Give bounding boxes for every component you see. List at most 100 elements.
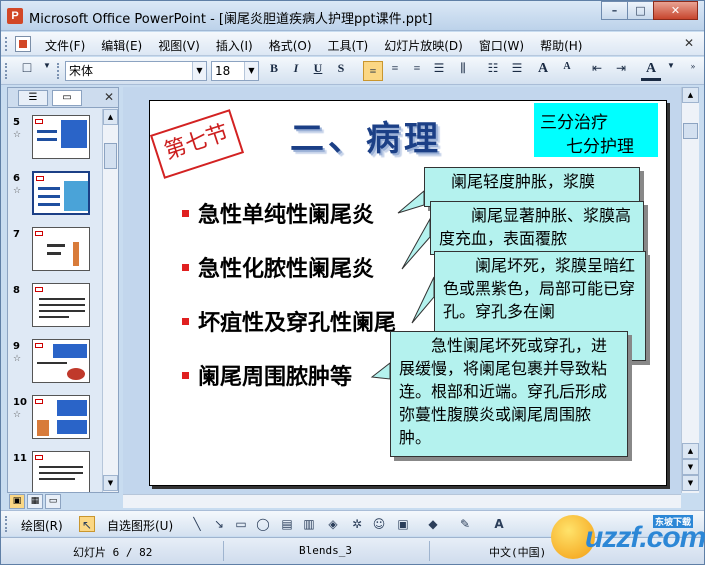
vertical-text-icon[interactable]: ⫼ [453,61,473,81]
font-size-combo[interactable]: 18 ▼ [211,61,259,81]
title-bar: P Microsoft Office PowerPoint - [阑尾炎胆道疾病… [1,1,704,31]
callout-abscess[interactable]: 急性阑尾坏死或穿孔，进展缓慢，将阑尾包裹并导致粘连。根部和近端。穿孔后形成弥蔓性… [390,331,628,457]
slide-thumbnail[interactable] [32,227,90,271]
rectangle-tool-icon[interactable]: ▭ [233,516,249,532]
underline-button[interactable]: U [308,61,328,81]
scroll-down-icon[interactable]: ▼ [103,475,118,491]
chevron-down-icon[interactable]: ▼ [192,62,206,80]
slide-vertical-scrollbar[interactable]: ▲ ▲ ▼ ▼ [681,87,699,493]
toolbar-grip[interactable] [57,63,61,79]
menu-help[interactable]: 帮助(H) [540,37,582,54]
slide-thumbnail-selected[interactable] [32,171,90,215]
scroll-up-icon[interactable]: ▲ [682,87,699,103]
justify-icon[interactable]: ☰ [429,61,449,81]
close-button[interactable]: ✕ [653,1,698,20]
shadow-button[interactable]: S [331,61,351,81]
slide-sorter-icon[interactable]: ▦ [27,494,43,509]
scroll-thumb[interactable] [683,123,698,139]
thumbnail-row[interactable]: 8 [8,281,102,337]
scroll-down-icon[interactable]: ▼ [682,475,699,491]
align-left-icon[interactable]: ≡ [363,61,383,81]
new-document-icon[interactable]: □ [17,61,37,81]
decrease-indent-icon[interactable]: ⇤ [587,61,607,81]
menu-file[interactable]: 文件(F) [45,37,85,54]
document-icon[interactable] [15,36,31,52]
thumbnail-list: 5 ☆ 6 ☆ 7 8 9 ☆ 10 ☆ 11 [8,109,102,492]
menu-slideshow[interactable]: 幻灯片放映(D) [384,37,463,54]
thumbnail-number: 6 [13,173,20,184]
maximize-button[interactable]: □ [627,1,654,20]
picture-icon[interactable]: ▣ [395,516,411,532]
normal-view-icon[interactable]: ▣ [9,494,25,509]
menu-view[interactable]: 视图(V) [158,37,200,54]
tab-outline[interactable]: ☰ [18,90,48,106]
numbered-list-icon[interactable]: ☷ [483,61,503,81]
line-color-icon[interactable]: ✎ [457,516,473,532]
oval-tool-icon[interactable]: ◯ [255,516,271,532]
thumbnail-row[interactable]: 10 ☆ [8,393,102,449]
autoshapes-menu-button[interactable]: 自选图形(U) [107,517,173,534]
menu-edit[interactable]: 编辑(E) [101,37,142,54]
menu-format[interactable]: 格式(O) [269,37,312,54]
menu-grip[interactable] [5,37,9,51]
status-separator [429,541,430,561]
slide-thumbnail[interactable] [32,115,90,159]
textbox-tool-icon[interactable]: ▤ [279,516,295,532]
vertical-textbox-icon[interactable]: ▥ [301,516,317,532]
chevron-down-icon[interactable]: ▼ [244,62,258,80]
close-document-button[interactable]: ✕ [684,36,694,50]
panel-close-icon[interactable]: ✕ [104,90,114,104]
diagram-icon[interactable]: ✲ [349,516,365,532]
toolbar-grip[interactable] [5,63,9,79]
wordart-icon[interactable]: ◈ [325,516,341,532]
slide-horizontal-scrollbar[interactable] [123,494,681,508]
minimize-button[interactable]: – [601,1,628,20]
menu-window[interactable]: 窗口(W) [479,37,524,54]
toolbar-grip[interactable] [5,516,9,532]
thumbnail-row[interactable]: 6 ☆ [8,169,102,225]
select-pointer-icon[interactable]: ↖ [79,516,95,532]
slide-thumbnail[interactable] [32,339,90,383]
slideshow-icon[interactable]: ▭ [45,494,61,509]
thumbnail-row[interactable]: 9 ☆ [8,337,102,393]
toolbar-options-icon[interactable]: » [683,61,703,81]
thumbnail-row[interactable]: 5 ☆ [8,113,102,169]
slide-thumbnail[interactable] [32,395,90,439]
previous-slide-icon[interactable]: ▲ [682,443,699,459]
font-color-button[interactable]: A [641,61,661,81]
callout-text: 阑尾显著肿胀、浆膜高度充血，表面覆脓 [439,206,632,248]
shrink-font-button[interactable]: A [557,61,577,81]
next-slide-icon[interactable]: ▼ [682,459,699,475]
fill-color-icon[interactable]: ◆ [425,516,441,532]
thumbnail-scrollbar[interactable]: ▲ ▼ [102,109,118,492]
draw-menu-button[interactable]: 绘图(R) [21,517,63,534]
font-name-combo[interactable]: 宋体 ▼ [65,61,207,81]
line-tool-icon[interactable]: ╲ [189,516,205,532]
chevron-down-icon[interactable]: ▼ [661,61,681,81]
font-color-icon[interactable]: A [491,516,507,532]
align-right-icon[interactable]: ≡ [407,61,427,81]
thumbnail-row[interactable]: 11 [8,449,102,492]
menu-tools[interactable]: 工具(T) [328,37,369,54]
thumbnail-row[interactable]: 7 [8,225,102,281]
increase-indent-icon[interactable]: ⇥ [611,61,631,81]
scroll-up-icon[interactable]: ▲ [103,109,118,125]
arrow-tool-icon[interactable]: ↘ [211,516,227,532]
bullet-list-icon[interactable]: ☰ [507,61,527,81]
callout-suppurative[interactable]: 阑尾显著肿胀、浆膜高度充血，表面覆脓 [430,201,644,255]
animation-star-icon: ☆ [13,410,22,420]
italic-button[interactable]: I [286,61,306,81]
slide-thumbnail[interactable] [32,451,90,492]
grow-font-button[interactable]: A [533,61,553,81]
slide-thumbnail[interactable] [32,283,90,327]
menu-insert[interactable]: 插入(I) [216,37,253,54]
tab-slides[interactable]: ▭ [52,90,82,106]
align-center-icon[interactable]: ≡ [385,61,405,81]
bold-button[interactable]: B [264,61,284,81]
scroll-thumb[interactable] [104,143,117,169]
powerpoint-app-icon[interactable]: P [7,8,23,24]
slide-canvas[interactable]: 第七节 二、病理 三分治疗 七分护理 急性单纯性阑尾炎 急性化脓性阑尾炎 坏疽性… [149,100,667,486]
slide-position: 幻灯片 6 / 82 [73,546,153,559]
clipart-icon[interactable]: ☺ [371,516,387,532]
dropdown-arrow-icon[interactable]: ▼ [37,61,57,81]
